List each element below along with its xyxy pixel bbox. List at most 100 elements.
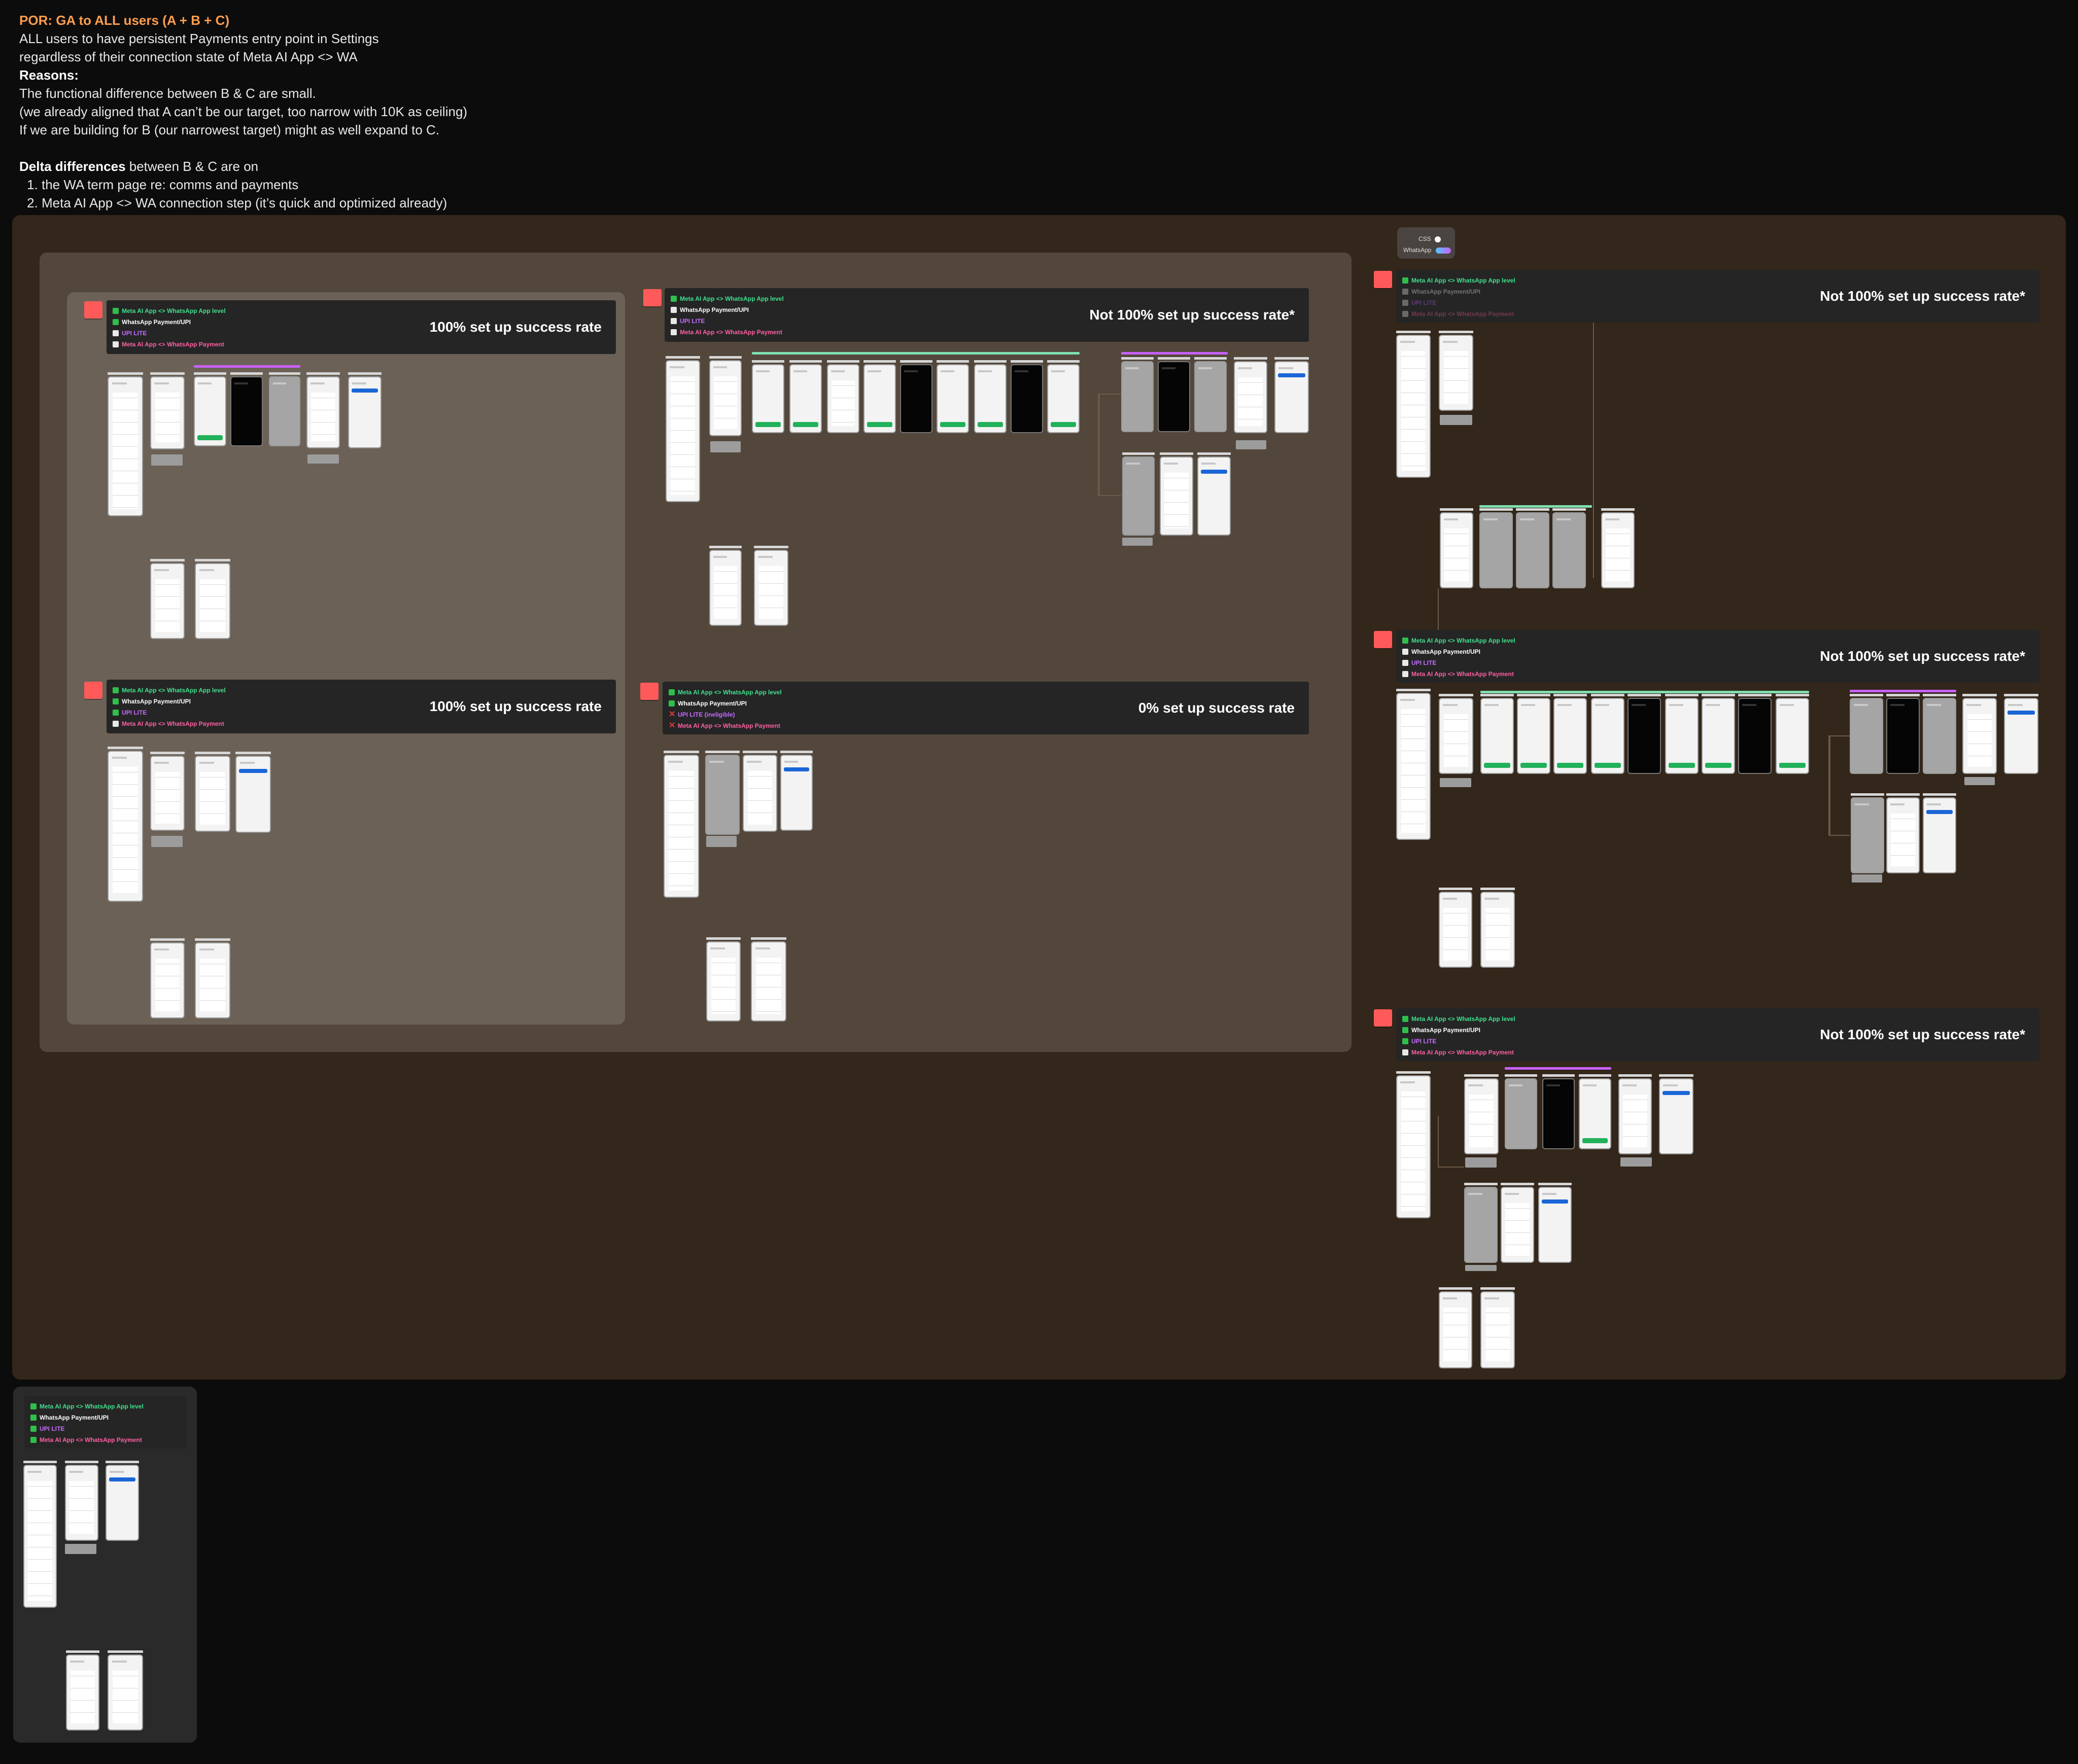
annotation-note[interactable]: [307, 454, 339, 464]
screen-frame[interactable]: [743, 755, 777, 832]
screen-frame[interactable]: [150, 563, 185, 639]
screen-frame[interactable]: [269, 376, 300, 446]
frame-label[interactable]: [752, 360, 784, 363]
frame-label[interactable]: [1047, 360, 1080, 363]
screen-frame[interactable]: [1505, 1078, 1537, 1149]
frame-label[interactable]: [1011, 360, 1043, 363]
screen-frame[interactable]: [1464, 1187, 1498, 1263]
frame-label[interactable]: [1439, 1287, 1472, 1290]
screen-frame[interactable]: [108, 751, 143, 902]
screen-frame[interactable]: [1234, 361, 1267, 433]
screen-frame[interactable]: [1501, 1187, 1534, 1263]
frame-label[interactable]: [1601, 508, 1635, 511]
frame-label[interactable]: [150, 372, 185, 375]
screen-frame[interactable]: [150, 756, 185, 831]
screen-frame[interactable]: [2004, 698, 2038, 774]
screen-frame[interactable]: [751, 941, 786, 1021]
frame-label[interactable]: [1480, 694, 1514, 696]
frame-label[interactable]: [1439, 694, 1473, 696]
annotation-note[interactable]: [65, 1544, 96, 1554]
sticky-note[interactable]: [84, 301, 102, 319]
frame-label[interactable]: [1516, 508, 1549, 511]
frame-label[interactable]: [194, 372, 226, 375]
frame-label[interactable]: [65, 1461, 98, 1463]
screen-frame[interactable]: [194, 376, 226, 446]
screen-frame[interactable]: [1627, 698, 1661, 774]
frame-label[interactable]: [108, 747, 143, 749]
sticky-note[interactable]: [1374, 1009, 1392, 1027]
screen-frame[interactable]: [666, 360, 700, 502]
frame-label[interactable]: [1538, 1183, 1572, 1185]
annotation-note[interactable]: [1122, 538, 1153, 546]
screen-frame[interactable]: [1517, 698, 1550, 774]
frame-label[interactable]: [1579, 1074, 1611, 1077]
screen-frame[interactable]: [1851, 797, 1884, 873]
screen-frame[interactable]: [195, 563, 230, 639]
screen-frame[interactable]: [1480, 892, 1515, 968]
frame-label[interactable]: [150, 938, 185, 941]
frame-label[interactable]: [1542, 1074, 1575, 1077]
frame-label[interactable]: [1962, 694, 1997, 696]
screen-frame[interactable]: [827, 364, 859, 433]
screen-frame[interactable]: [1480, 698, 1514, 774]
screen-frame[interactable]: [780, 755, 813, 831]
screen-frame[interactable]: [1552, 512, 1586, 588]
screen-frame[interactable]: [1122, 456, 1155, 536]
screen-frame[interactable]: [752, 364, 784, 433]
sticky-note[interactable]: [643, 289, 662, 306]
screen-frame[interactable]: [664, 755, 699, 898]
frame-label[interactable]: [1464, 1183, 1498, 1185]
frame-label[interactable]: [664, 751, 699, 753]
annotation-note[interactable]: [1852, 874, 1882, 883]
frame-label[interactable]: [1851, 793, 1884, 796]
screen-frame[interactable]: [1464, 1078, 1499, 1154]
screen-frame[interactable]: [789, 364, 822, 433]
frame-label[interactable]: [1738, 694, 1772, 696]
screen-frame[interactable]: [108, 1654, 143, 1731]
flow-header-3[interactable]: Meta AI App <> WhatsApp App level WhatsAp…: [665, 288, 1309, 342]
frame-label[interactable]: [1627, 694, 1661, 696]
screen-frame[interactable]: [1618, 1078, 1652, 1154]
screen-frame[interactable]: [1158, 361, 1190, 432]
screen-frame[interactable]: [1160, 456, 1193, 536]
frame-label[interactable]: [1480, 1287, 1515, 1290]
frame-label[interactable]: [66, 1650, 99, 1653]
screen-frame[interactable]: [1439, 892, 1472, 968]
screen-frame[interactable]: [1011, 364, 1043, 433]
screen-frame[interactable]: [1850, 698, 1883, 774]
frame-label[interactable]: [1479, 508, 1513, 511]
screen-frame[interactable]: [235, 756, 271, 833]
frame-label[interactable]: [348, 372, 382, 375]
annotation-note[interactable]: [710, 441, 741, 452]
frame-label[interactable]: [1234, 357, 1267, 360]
sticky-note[interactable]: [84, 682, 102, 699]
flow-header-7[interactable]: Meta AI App <> WhatsApp App level WhatsAp…: [1396, 1008, 2039, 1061]
screen-frame[interactable]: [1439, 698, 1473, 774]
frame-label[interactable]: [974, 360, 1007, 363]
flow-header-6[interactable]: Meta AI App <> WhatsApp App level WhatsAp…: [1396, 630, 2039, 683]
toggle-switch[interactable]: [1436, 248, 1451, 254]
flow-header-1[interactable]: Meta AI App <> WhatsApp App level WhatsAp…: [107, 300, 616, 354]
screen-frame[interactable]: [1396, 335, 1431, 478]
screen-frame[interactable]: [1886, 698, 1920, 774]
screen-frame[interactable]: [709, 360, 742, 436]
frame-label[interactable]: [1439, 888, 1472, 890]
frame-label[interactable]: [1702, 694, 1735, 696]
screen-frame[interactable]: [150, 376, 185, 449]
frame-label[interactable]: [1194, 357, 1227, 360]
frame-label[interactable]: [150, 752, 185, 754]
frame-label[interactable]: [1923, 694, 1956, 696]
screen-frame[interactable]: [1274, 361, 1309, 433]
screen-frame[interactable]: [66, 1654, 99, 1731]
screen-frame[interactable]: [195, 942, 230, 1018]
flow-header-4[interactable]: Meta AI App <> WhatsApp App level WhatsAp…: [663, 682, 1309, 734]
frame-label[interactable]: [1158, 357, 1190, 360]
screen-frame[interactable]: [23, 1465, 57, 1608]
annotation-note[interactable]: [1620, 1157, 1652, 1167]
annotation-note[interactable]: [151, 836, 183, 847]
screen-frame[interactable]: [863, 364, 896, 433]
flow-header-5[interactable]: Meta AI App <> WhatsApp App level WhatsAp…: [1396, 270, 2039, 323]
frame-label[interactable]: [235, 752, 271, 754]
screen-frame[interactable]: [1396, 693, 1431, 840]
screen-frame[interactable]: [900, 364, 932, 433]
